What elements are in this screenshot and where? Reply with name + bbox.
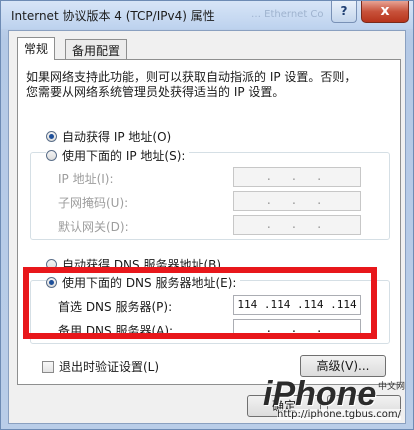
- radio-unselected-icon: [46, 259, 57, 270]
- close-button[interactable]: x: [361, 1, 409, 23]
- subnet-mask-field[interactable]: . . .: [233, 191, 361, 211]
- dialog-client-area: 常规 备用配置 如果网络支持此功能，则可以获取自动指派的 IP 设置。否则， 您…: [8, 30, 406, 424]
- title-bar[interactable]: Internet 协议版本 4 (TCP/IPv4) 属性 … Ethernet…: [1, 1, 413, 29]
- subnet-mask-label: 子网掩码(U):: [58, 196, 129, 210]
- manual-dns-label: 使用下面的 DNS 服务器地址(E):: [62, 276, 237, 290]
- ip-address-label: IP 地址(I):: [58, 172, 114, 186]
- advanced-button[interactable]: 高级(V)...: [300, 355, 386, 377]
- manual-ip-radio[interactable]: 使用下面的 IP 地址(S):: [46, 147, 190, 164]
- auto-ip-radio[interactable]: 自动获得 IP 地址(O): [46, 128, 171, 145]
- ok-button[interactable]: 确定: [247, 395, 321, 417]
- alternate-dns-field[interactable]: . . .: [233, 319, 361, 339]
- tab-general[interactable]: 常规: [17, 37, 56, 60]
- auto-ip-label: 自动获得 IP 地址(O): [62, 130, 172, 144]
- cancel-button[interactable]: [327, 395, 401, 417]
- manual-ip-label: 使用下面的 IP 地址(S):: [62, 149, 186, 163]
- tab-alternate-config[interactable]: 备用配置: [65, 39, 128, 59]
- general-panel: 如果网络支持此功能，则可以获取自动指派的 IP 设置。否则， 您需要从网络系统管…: [17, 59, 401, 385]
- description-line-1: 如果网络支持此功能，则可以获取自动指派的 IP 设置。否则，: [26, 70, 357, 84]
- auto-dns-radio[interactable]: 自动获得 DNS 服务器地址(B): [46, 256, 221, 273]
- ip-address-field[interactable]: . . .: [233, 167, 361, 187]
- preferred-dns-field[interactable]: 114 .114 .114 .114: [233, 295, 361, 315]
- checkbox-icon: [42, 361, 54, 373]
- description-line-2: 您需要从网络系统管理员处获得适当的 IP 设置。: [26, 85, 285, 99]
- validate-on-exit-checkbox[interactable]: 退出时验证设置(L): [42, 358, 159, 375]
- background-window-text: … Ethernet Co: [251, 9, 324, 20]
- radio-selected-icon: [46, 277, 57, 288]
- dialog-window: Internet 协议版本 4 (TCP/IPv4) 属性 … Ethernet…: [0, 0, 414, 430]
- alternate-dns-label: 备用 DNS 服务器(A):: [58, 324, 174, 338]
- validate-on-exit-label: 退出时验证设置(L): [59, 360, 160, 374]
- help-button[interactable]: ?: [331, 1, 357, 23]
- default-gateway-field[interactable]: . . .: [233, 215, 361, 235]
- auto-dns-label: 自动获得 DNS 服务器地址(B): [62, 258, 222, 272]
- description-text: 如果网络支持此功能，则可以获取自动指派的 IP 设置。否则， 您需要从网络系统管…: [26, 70, 386, 100]
- manual-dns-radio[interactable]: 使用下面的 DNS 服务器地址(E):: [46, 274, 241, 291]
- preferred-dns-label: 首选 DNS 服务器(P):: [58, 300, 173, 314]
- default-gateway-label: 默认网关(D):: [58, 220, 129, 234]
- radio-selected-icon: [46, 131, 57, 142]
- radio-unselected-icon: [46, 150, 57, 161]
- window-title: Internet 协议版本 4 (TCP/IPv4) 属性: [11, 9, 215, 23]
